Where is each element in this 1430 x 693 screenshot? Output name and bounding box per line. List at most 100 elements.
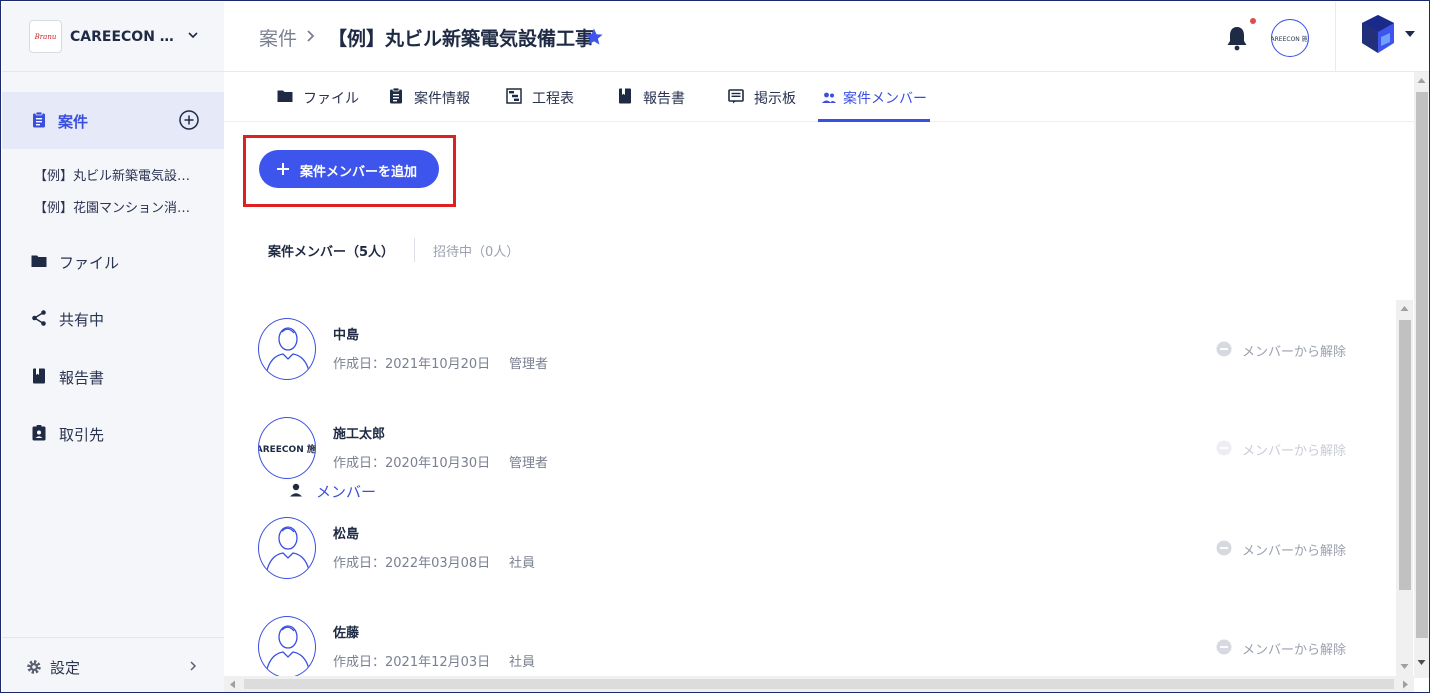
gantt-icon (506, 88, 522, 104)
member-name: 松島 (333, 527, 360, 542)
person-outline-icon (266, 625, 310, 670)
member-role: 社員 (509, 556, 536, 571)
app-window: Branu CAREECON 施工 案件 【例】丸ビル新築電気設備工事 【例】花… (0, 0, 1430, 693)
book-icon (619, 88, 631, 104)
remove-member-label: メンバーから解除 (1242, 544, 1347, 559)
remove-member-button: メンバーから解除 (1216, 439, 1356, 459)
highlight-box (243, 135, 456, 207)
sidebar-item-shared[interactable]: 共有中 (2, 298, 224, 338)
sidebar: Branu CAREECON 施工 案件 【例】丸ビル新築電気設備工事 【例】花… (2, 2, 376, 692)
member-role: 管理者 (509, 456, 549, 471)
remove-member-label: メンバーから解除 (1242, 444, 1347, 459)
bell-icon[interactable] (1224, 24, 1250, 52)
tab-label: 工程表 (532, 91, 574, 107)
member-role: 社員 (509, 655, 536, 670)
sidebar-item-label: 案件 (58, 113, 89, 131)
tab-label: 報告書 (643, 91, 685, 107)
member-row: CAREECON 施工 施工太郎 作成日：2020年10月30日 管理者 メンバ… (258, 417, 1378, 483)
horizontal-scrollbar[interactable] (224, 676, 1414, 692)
sidebar-item-label: 報告書 (59, 369, 105, 387)
member-avatar (258, 616, 316, 678)
add-circle-icon[interactable] (178, 109, 200, 131)
user-avatar[interactable]: CAREECON 施工 (1271, 19, 1309, 57)
sidebar-project-link[interactable]: 【例】丸ビル新築電気設備工事 (34, 165, 194, 184)
person-icon (290, 483, 302, 497)
member-created-date: 作成日：2022年03月08日 (333, 556, 491, 571)
book-icon (33, 368, 45, 384)
org-switcher[interactable]: Branu CAREECON 施工 (2, 2, 224, 72)
scroll-up-arrow-icon[interactable] (1417, 77, 1426, 84)
sidebar-item-label: 共有中 (59, 311, 105, 329)
person-outline-icon (266, 327, 310, 372)
member-avatar (258, 517, 316, 579)
person-outline-icon (266, 526, 310, 571)
top-header: 案件 【例】丸ビル新築電気設備工事 CAREECON 施工 (224, 2, 1429, 72)
sidebar-item-clients[interactable]: 取引先 (2, 413, 224, 453)
message-board-icon (728, 89, 744, 104)
settings-label: 設定 (50, 659, 81, 677)
scrollbar-thumb[interactable] (1399, 320, 1411, 590)
scroll-down-arrow-icon[interactable] (1417, 659, 1426, 666)
minus-circle-icon (1216, 639, 1232, 655)
chevron-right-icon (307, 30, 315, 42)
project-tabs: ファイル 案件情報 工程表 報告書 掲示板 案件メンバー (224, 72, 1414, 122)
remove-member-button[interactable]: メンバーから解除 (1216, 340, 1356, 360)
sidebar-item-reports[interactable]: 報告書 (2, 356, 224, 396)
remove-member-label: メンバーから解除 (1242, 643, 1347, 658)
notification-dot (1250, 18, 1256, 24)
header-divider (1335, 2, 1336, 72)
contact-badge-icon (32, 425, 46, 441)
scroll-down-arrow-icon[interactable] (1400, 663, 1409, 670)
minus-circle-icon (1216, 540, 1232, 556)
chevron-right-icon (190, 661, 197, 671)
org-name: CAREECON 施工 (70, 29, 178, 45)
scroll-right-arrow-icon[interactable] (1402, 680, 1409, 689)
member-name: 中島 (333, 328, 360, 343)
member-created-date: 作成日：2021年12月03日 (333, 655, 491, 670)
member-created-date: 作成日：2020年10月30日 (333, 456, 491, 471)
org-logo: Branu (29, 20, 62, 53)
clipboard-icon (33, 111, 45, 128)
sidebar-item-projects[interactable]: 案件 (2, 92, 224, 149)
tab-label: ファイル (303, 91, 359, 107)
scroll-left-arrow-icon[interactable] (229, 680, 236, 689)
sidebar-project-link[interactable]: 【例】花園マンション消防設備工事 (34, 197, 194, 216)
tab-label: 案件情報 (414, 91, 470, 107)
remove-member-label: メンバーから解除 (1242, 345, 1347, 360)
clipboard-icon (390, 87, 402, 104)
share-icon (32, 310, 46, 326)
scrollbar-thumb[interactable] (244, 679, 1394, 689)
breadcrumb-root[interactable]: 案件 (259, 24, 297, 51)
folder-icon (277, 90, 293, 102)
remove-member-button[interactable]: メンバーから解除 (1216, 539, 1356, 559)
tab-label: 掲示板 (754, 91, 796, 107)
member-created-date: 作成日：2021年10月20日 (333, 357, 491, 372)
page-scrollbar[interactable] (1414, 72, 1429, 678)
member-name: 施工太郎 (333, 427, 386, 442)
people-icon (822, 92, 836, 103)
sidebar-item-settings[interactable]: 設定 (2, 637, 224, 692)
member-avatar (258, 318, 316, 380)
chevron-down-icon (188, 32, 198, 39)
member-avatar: CAREECON 施工 (258, 417, 316, 479)
scroll-up-arrow-icon[interactable] (1400, 305, 1409, 312)
remove-member-button[interactable]: メンバーから解除 (1216, 638, 1356, 658)
subtab-divider (414, 238, 415, 262)
subtab-members[interactable]: 案件メンバー（5人） (268, 241, 394, 260)
scrollbar-thumb[interactable] (1416, 92, 1428, 638)
folder-icon (31, 255, 47, 267)
sidebar-item-label: ファイル (59, 254, 120, 272)
sidebar-item-label: 取引先 (59, 426, 105, 444)
active-tab-indicator (818, 119, 930, 122)
member-name: 佐藤 (333, 626, 360, 641)
member-role: 管理者 (509, 357, 549, 372)
caret-down-icon[interactable] (1404, 29, 1416, 39)
subtab-invited[interactable]: 招待中（0人） (433, 241, 519, 260)
member-list-scrollbar[interactable] (1396, 300, 1413, 678)
minus-circle-icon (1216, 440, 1232, 456)
member-row: 佐藤 作成日：2021年12月03日 社員 メンバーから解除 (258, 616, 1378, 682)
star-icon[interactable] (584, 27, 604, 47)
sidebar-item-files[interactable]: ファイル (2, 241, 224, 281)
app-cube-logo[interactable] (1360, 13, 1396, 55)
member-row: 中島 作成日：2021年10月20日 管理者 メンバーから解除 (258, 318, 1378, 384)
